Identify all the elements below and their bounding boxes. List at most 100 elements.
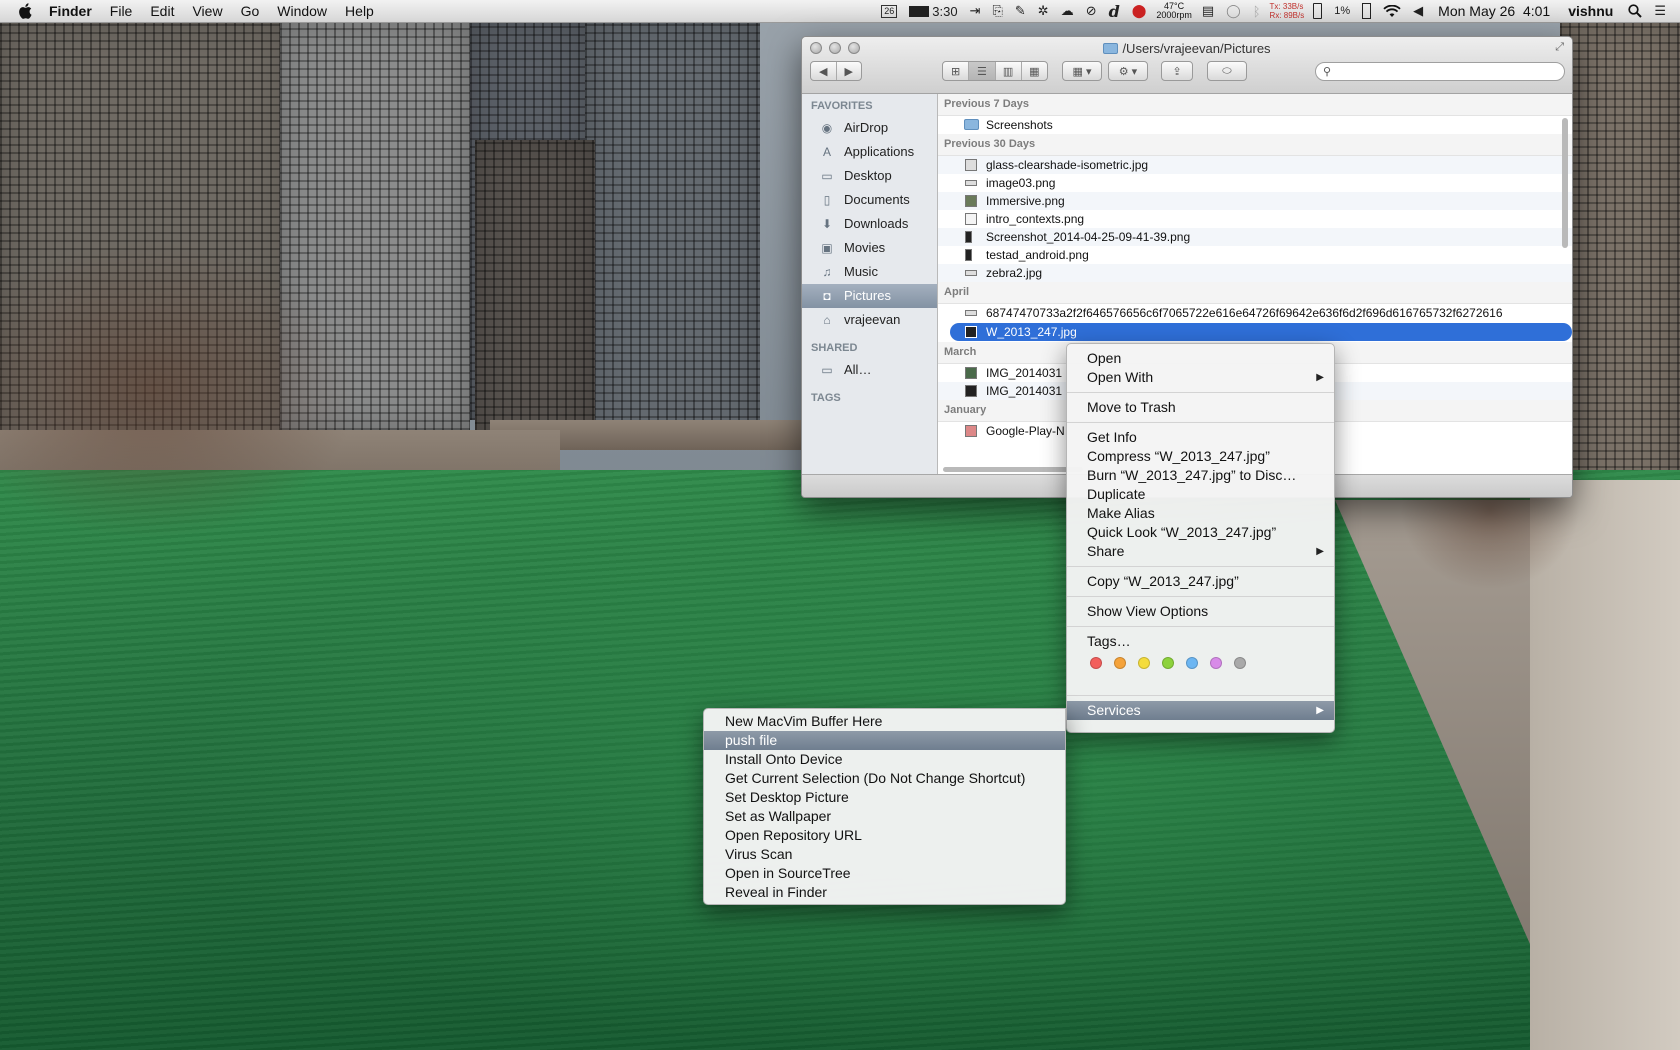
file-row[interactable]: Screenshots [938, 116, 1572, 134]
menu-help[interactable]: Help [336, 0, 383, 22]
tags-toolbar-button[interactable]: ⬭ [1207, 61, 1247, 81]
file-row[interactable]: intro_contexts.png [938, 210, 1572, 228]
coverflow-view-button[interactable]: ▦ [1022, 62, 1047, 80]
cloud-icon[interactable]: ☁ [1055, 0, 1080, 22]
menu-item-services[interactable]: Services ▶ [1067, 701, 1334, 720]
file-row-selected[interactable]: W_2013_247.jpg [950, 323, 1572, 341]
finder-titlebar[interactable]: /Users/vrajeevan/Pictures ⤢ ◀ ▶ ⊞ ☰ ▥ ▦ … [802, 37, 1572, 94]
music-icon: ♫ [822, 265, 832, 279]
tag-color-dot[interactable] [1210, 657, 1222, 669]
menu-go[interactable]: Go [232, 0, 269, 22]
menu-separator [1067, 392, 1334, 393]
sidebar-item-music[interactable]: ♫ Music [802, 260, 937, 284]
menu-item-label: Move to Trash [1087, 399, 1176, 415]
vertical-scrollbar[interactable] [1562, 118, 1568, 248]
menu-view[interactable]: View [183, 0, 231, 22]
service-item-new-macvim-buffer[interactable]: New MacVim Buffer Here [704, 712, 1065, 731]
share-button[interactable]: ⇪ [1161, 61, 1193, 81]
menu-item-compress[interactable]: Compress “W_2013_247.jpg” [1067, 447, 1334, 466]
menu-item-burn[interactable]: Burn “W_2013_247.jpg” to Disc… [1067, 466, 1334, 485]
sidebar-item-downloads[interactable]: ⬇ Downloads [802, 212, 937, 236]
sidebar-item-movies[interactable]: ▣ Movies [802, 236, 937, 260]
notification-center-icon[interactable]: ☰ [1648, 0, 1672, 22]
tx-rate: 33B/s [1282, 2, 1304, 11]
list-view-button[interactable]: ☰ [969, 62, 996, 80]
file-row[interactable]: glass-clearshade-isometric.jpg [938, 156, 1572, 174]
battery-time-icon[interactable]: 3:30 [903, 0, 963, 22]
tag-color-dot[interactable] [1186, 657, 1198, 669]
sync-icon[interactable]: ⊘ [1080, 0, 1103, 22]
horizontal-scrollbar[interactable] [943, 467, 1083, 472]
action-gear-button[interactable]: ⚙ ▾ [1108, 61, 1148, 81]
phone-icon[interactable] [1307, 0, 1328, 22]
sidebar-item-pictures[interactable]: ◘ Pictures [802, 284, 937, 308]
menu-edit[interactable]: Edit [141, 0, 183, 22]
service-item-virus-scan[interactable]: Virus Scan [704, 845, 1065, 864]
icon-view-button[interactable]: ⊞ [943, 62, 970, 80]
battery-percent[interactable]: 1% [1328, 0, 1356, 22]
file-row[interactable]: zebra2.jpg [938, 264, 1572, 282]
service-item-install-onto-device[interactable]: Install Onto Device [704, 750, 1065, 769]
tag-color-dot[interactable] [1162, 657, 1174, 669]
menu-item-get-info[interactable]: Get Info [1067, 428, 1334, 447]
memory-icon[interactable]: ▤ [1196, 0, 1220, 22]
menu-window[interactable]: Window [268, 0, 336, 22]
sidebar-item-airdrop[interactable]: ◉ AirDrop [802, 116, 937, 140]
battery-icon[interactable] [1356, 0, 1377, 22]
clipboard-icon[interactable]: ⎘ [986, 0, 1008, 22]
brightness-icon[interactable]: ✲ [1032, 0, 1055, 22]
dictionary-icon[interactable]: d [1103, 0, 1126, 22]
antivirus-icon[interactable]: ⬤ [1126, 0, 1153, 22]
sidebar-item-desktop[interactable]: ▭ Desktop [802, 164, 937, 188]
sidebar-item-home[interactable]: ⌂ vrajeevan [802, 308, 937, 332]
menu-item-tags[interactable]: Tags… [1067, 632, 1334, 651]
menu-item-show-view-options[interactable]: Show View Options [1067, 602, 1334, 621]
service-item-reveal-in-finder[interactable]: Reveal in Finder [704, 883, 1065, 902]
send-icon[interactable]: ⇥ [964, 0, 987, 22]
sidebar-item-all-shared[interactable]: ▭ All… [802, 358, 937, 382]
file-row[interactable]: image03.png [938, 174, 1572, 192]
menu-item-open[interactable]: Open [1067, 349, 1334, 368]
fullscreen-icon[interactable]: ⤢ [1555, 41, 1564, 54]
tag-color-dot[interactable] [1090, 657, 1102, 669]
service-item-set-desktop-picture[interactable]: Set Desktop Picture [704, 788, 1065, 807]
service-item-set-as-wallpaper[interactable]: Set as Wallpaper [704, 807, 1065, 826]
volume-icon[interactable]: ◀ [1407, 0, 1429, 22]
back-button[interactable]: ◀ [811, 62, 837, 80]
calendar-icon[interactable]: 26 [875, 0, 903, 22]
wifi-icon[interactable] [1377, 0, 1407, 22]
spotlight-icon[interactable] [1622, 0, 1648, 22]
tag-color-dot[interactable] [1114, 657, 1126, 669]
chat-icon[interactable]: ◯ [1220, 0, 1247, 22]
menu-item-copy[interactable]: Copy “W_2013_247.jpg” [1067, 572, 1334, 591]
menubar-user[interactable]: vishnu [1559, 0, 1622, 22]
file-row[interactable]: 68747470733a2f2f646576656c6f7065722e616e… [938, 304, 1572, 322]
bluetooth-icon[interactable]: ᛒ [1247, 0, 1267, 22]
service-item-open-in-sourcetree[interactable]: Open in SourceTree [704, 864, 1065, 883]
menu-item-make-alias[interactable]: Make Alias [1067, 504, 1334, 523]
menubar-clock[interactable]: Mon May 26 4:01 [1429, 0, 1559, 22]
file-row[interactable]: testad_android.png [938, 246, 1572, 264]
arrange-button[interactable]: ▦ ▾ [1062, 61, 1102, 81]
tag-color-dot[interactable] [1234, 657, 1246, 669]
menu-file[interactable]: File [101, 0, 142, 22]
menu-item-open-with[interactable]: Open With ▶ [1067, 368, 1334, 387]
apple-icon[interactable] [16, 0, 34, 22]
service-item-get-current-selection[interactable]: Get Current Selection (Do Not Change Sho… [704, 769, 1065, 788]
sidebar-item-documents[interactable]: ▯ Documents [802, 188, 937, 212]
tools-icon[interactable]: ✎ [1009, 0, 1032, 22]
tag-color-dot[interactable] [1138, 657, 1150, 669]
menu-item-share[interactable]: Share ▶ [1067, 542, 1334, 561]
menu-item-duplicate[interactable]: Duplicate [1067, 485, 1334, 504]
menu-app-name[interactable]: Finder [40, 0, 101, 22]
sidebar-item-applications[interactable]: A Applications [802, 140, 937, 164]
forward-button[interactable]: ▶ [837, 62, 862, 80]
file-row[interactable]: Immersive.png [938, 192, 1572, 210]
menu-item-quick-look[interactable]: Quick Look “W_2013_247.jpg” [1067, 523, 1334, 542]
search-field[interactable]: ⚲ [1315, 62, 1565, 81]
service-item-open-repository-url[interactable]: Open Repository URL [704, 826, 1065, 845]
column-view-button[interactable]: ▥ [996, 62, 1022, 80]
file-row[interactable]: Screenshot_2014-04-25-09-41-39.png [938, 228, 1572, 246]
menu-item-move-to-trash[interactable]: Move to Trash [1067, 398, 1334, 417]
service-item-push-file[interactable]: push file [704, 731, 1065, 750]
